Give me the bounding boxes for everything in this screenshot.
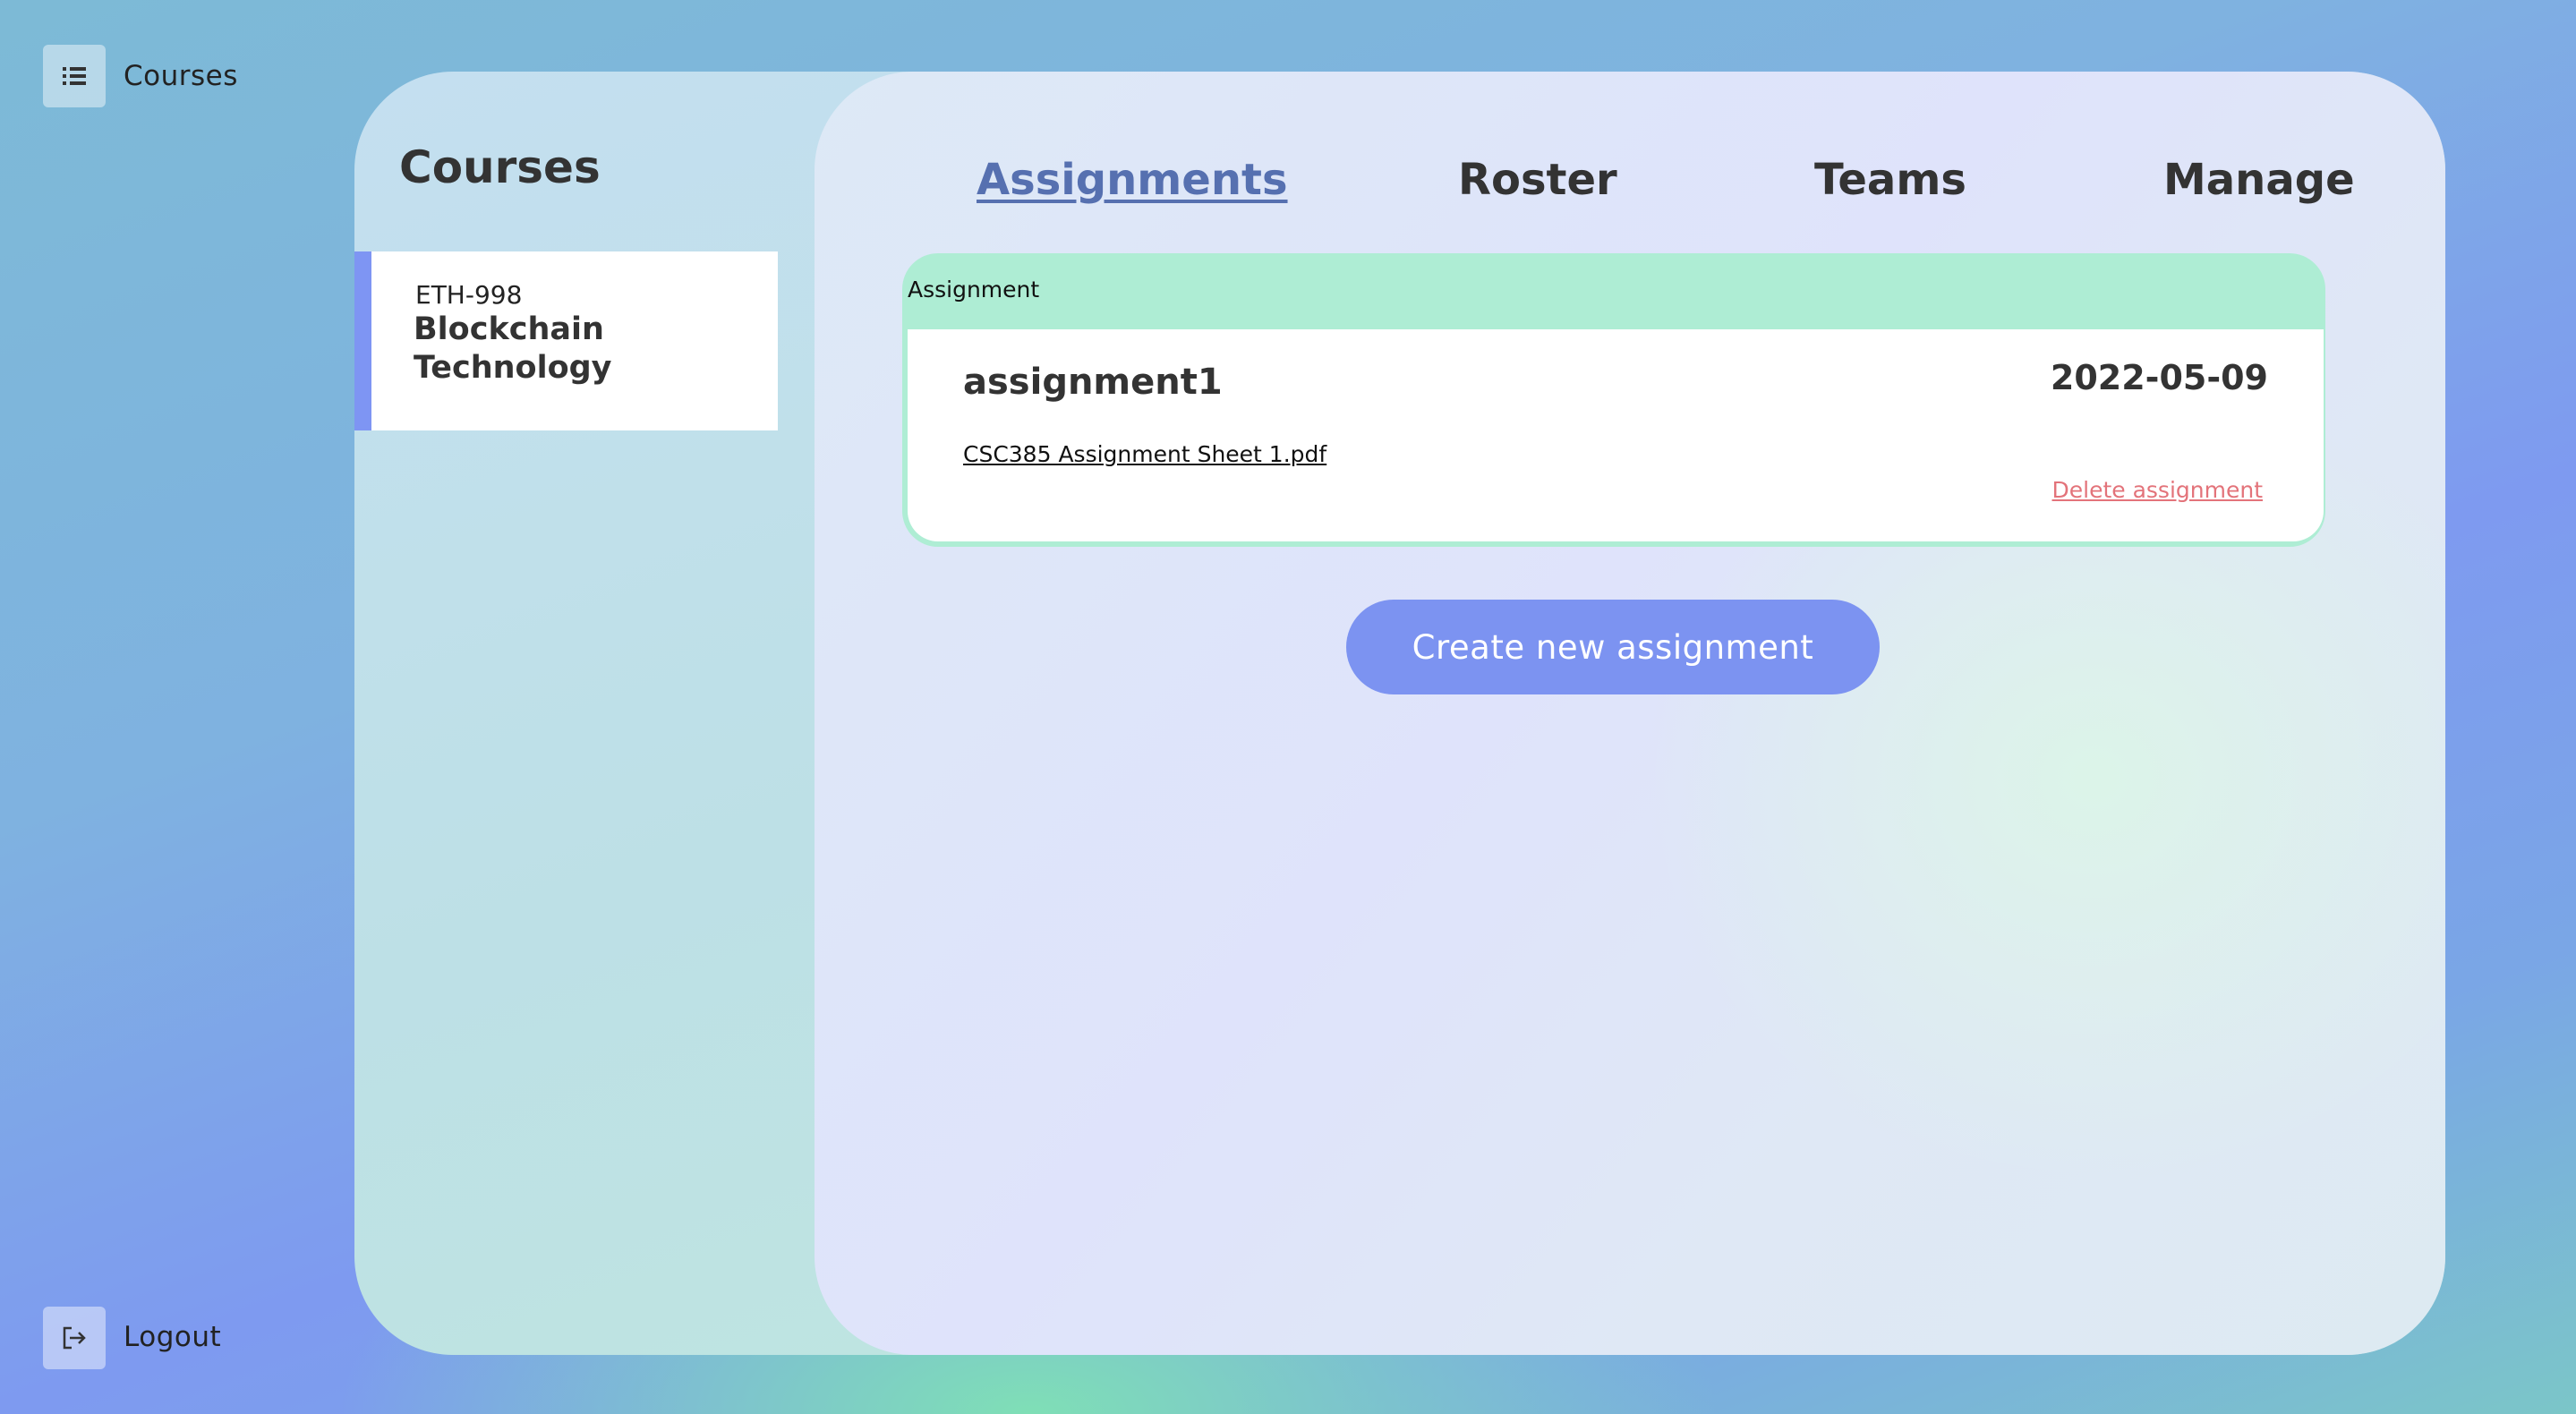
assignment-item: assignment1 2022-05-09 CSC385 Assignment… bbox=[908, 329, 2324, 541]
assignment-card: Assignment assignment1 2022-05-09 CSC385… bbox=[902, 253, 2325, 547]
logout-icon bbox=[63, 1326, 86, 1350]
tab-assignments[interactable]: Assignments bbox=[977, 155, 1288, 205]
list-icon bbox=[63, 67, 86, 85]
assignment-header-label: Assignment bbox=[908, 277, 1040, 302]
tab-roster[interactable]: Roster bbox=[1458, 155, 1617, 205]
courses-nav-button[interactable] bbox=[43, 45, 106, 107]
create-assignment-button[interactable]: Create new assignment bbox=[1346, 600, 1880, 694]
course-card[interactable]: ETH-998 Blockchain Technology bbox=[354, 251, 778, 430]
assignment-due-date: 2022-05-09 bbox=[2050, 358, 2268, 397]
delete-assignment-link[interactable]: Delete assignment bbox=[2052, 477, 2264, 503]
logout-label[interactable]: Logout bbox=[124, 1321, 221, 1353]
tab-manage[interactable]: Manage bbox=[2163, 155, 2355, 205]
selected-course-indicator bbox=[354, 251, 371, 430]
logout-button[interactable] bbox=[43, 1307, 106, 1369]
courses-nav-label[interactable]: Courses bbox=[124, 60, 238, 92]
courses-heading: Courses bbox=[399, 141, 601, 193]
course-code: ETH-998 bbox=[415, 280, 523, 310]
assignment-file-link[interactable]: CSC385 Assignment Sheet 1.pdf bbox=[963, 441, 1326, 467]
course-name: Blockchain Technology bbox=[414, 311, 612, 386]
assignment-title: assignment1 bbox=[963, 362, 1223, 403]
tab-teams[interactable]: Teams bbox=[1814, 155, 1966, 205]
